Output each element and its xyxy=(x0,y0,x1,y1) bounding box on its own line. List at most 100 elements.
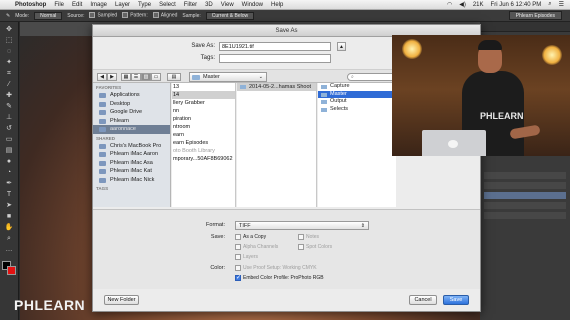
blur-tool-icon[interactable]: ● xyxy=(4,158,15,166)
history-brush-tool-icon[interactable]: ↺ xyxy=(4,125,15,133)
new-folder-button[interactable]: New Folder xyxy=(104,295,139,305)
menu-help[interactable]: Help xyxy=(271,2,283,8)
wifi-icon[interactable]: ◠ xyxy=(447,1,452,8)
pattern-radio[interactable] xyxy=(122,12,129,19)
list-item[interactable]: piration xyxy=(172,115,235,123)
eraser-tool-icon[interactable]: ▭ xyxy=(4,136,15,144)
list-item-selected[interactable]: 14 xyxy=(172,91,235,99)
menu-file[interactable]: File xyxy=(54,2,64,8)
pen-tool-icon[interactable]: ✒ xyxy=(4,180,15,188)
list-item-selected[interactable]: Master xyxy=(318,90,396,98)
mode-select[interactable]: Normal xyxy=(34,11,63,20)
menu-app-name[interactable]: Photoshop xyxy=(15,2,46,8)
list-item[interactable]: Output xyxy=(318,98,396,106)
layer-row[interactable] xyxy=(484,212,566,219)
sampled-radio[interactable] xyxy=(89,12,96,19)
lasso-tool-icon[interactable]: ◌ xyxy=(4,48,15,56)
sidebar-item-home[interactable]: aaronnace xyxy=(93,125,170,134)
sidebar-item-shared-computer[interactable]: Phlearn iMac Kat xyxy=(93,167,170,176)
list-view-button[interactable]: ☰ xyxy=(131,73,141,81)
format-select[interactable]: TIFF ⇕ xyxy=(235,221,369,230)
menu-type[interactable]: Type xyxy=(138,2,151,8)
sample-select[interactable]: Current & Below xyxy=(205,11,255,20)
menu-window[interactable]: Window xyxy=(242,2,263,8)
use-proof-setup-checkbox[interactable]: Use Proof Setup: Working CMYK xyxy=(235,265,317,271)
list-item-selected[interactable]: 2014-05-2...hamas Shoot xyxy=(237,83,316,91)
coverflow-view-button[interactable]: ▭ xyxy=(151,73,161,81)
brush-tool-icon[interactable]: ✎ xyxy=(6,13,10,19)
layer-row[interactable] xyxy=(484,172,566,179)
menu-edit[interactable]: Edit xyxy=(72,2,82,8)
menu-filter[interactable]: Filter xyxy=(184,2,197,8)
layers-checkbox[interactable]: Layers xyxy=(235,254,258,260)
expand-dialog-button[interactable]: ▲ xyxy=(337,42,346,51)
crop-tool-icon[interactable]: ⌗ xyxy=(4,70,15,78)
list-item[interactable]: 13 xyxy=(172,83,235,91)
checkbox-box[interactable] xyxy=(235,274,241,281)
move-tool-icon[interactable]: ✥ xyxy=(4,26,15,34)
brush-tool-panel-icon[interactable]: ✎ xyxy=(4,103,15,111)
checkbox-box[interactable] xyxy=(298,234,304,240)
save-as-field[interactable]: 8E1U1921.tif xyxy=(219,42,331,51)
tags-field[interactable] xyxy=(219,54,331,63)
marquee-tool-icon[interactable]: ⬚ xyxy=(4,37,15,45)
hand-tool-icon[interactable]: ✋ xyxy=(4,224,15,232)
clone-stamp-tool-icon[interactable]: ⊥ xyxy=(4,114,15,122)
folder-location-popup[interactable]: Master ⌄ xyxy=(189,72,267,82)
dodge-tool-icon[interactable]: ◔ xyxy=(4,169,15,177)
cancel-button[interactable]: Cancel xyxy=(409,295,437,305)
list-item[interactable]: Capture xyxy=(318,83,396,91)
quick-select-tool-icon[interactable]: ✦ xyxy=(4,59,15,67)
layer-row-selected[interactable] xyxy=(484,192,566,199)
eyedropper-tool-icon[interactable]: ⁄ xyxy=(4,81,15,89)
menu-view[interactable]: View xyxy=(221,2,234,8)
list-item[interactable]: ntroom xyxy=(172,123,235,131)
column-view-button[interactable]: ▥ xyxy=(141,73,151,81)
menu-layer[interactable]: Layer xyxy=(115,2,130,8)
back-button[interactable]: ◀ xyxy=(97,73,107,81)
menu-select[interactable]: Select xyxy=(159,2,176,8)
volume-icon[interactable]: ◀) xyxy=(459,1,466,8)
path-select-tool-icon[interactable]: ➤ xyxy=(4,202,15,210)
search-icon[interactable]: ⌕ xyxy=(548,1,551,8)
sidebar-item-desktop[interactable]: Desktop xyxy=(93,100,170,109)
notes-checkbox[interactable]: Notes xyxy=(298,234,319,240)
checkbox-box[interactable] xyxy=(235,234,241,240)
checkbox-box[interactable] xyxy=(235,265,241,271)
layer-row[interactable] xyxy=(484,202,566,209)
list-item[interactable]: earn Episodes xyxy=(172,139,235,147)
embed-color-profile-checkbox[interactable]: Embed Color Profile: ProPhoto RGB xyxy=(235,274,324,281)
save-button[interactable]: Save xyxy=(443,295,469,305)
list-item[interactable]: Selects xyxy=(318,106,396,114)
sidebar-item-google-drive[interactable]: Google Drive xyxy=(93,108,170,117)
sidebar-item-applications[interactable]: Applications xyxy=(93,91,170,100)
list-item[interactable]: llery Grabber xyxy=(172,99,235,107)
battery-status[interactable]: 21K xyxy=(473,2,484,8)
workspace-button[interactable]: Phlearn Episodes xyxy=(508,11,562,20)
menu-image[interactable]: Image xyxy=(90,2,107,8)
list-item[interactable]: nn xyxy=(172,107,235,115)
sidebar-item-shared-computer[interactable]: Phlearn iMac Aaron xyxy=(93,150,170,159)
sampled-option[interactable]: Sampled xyxy=(89,12,117,19)
zoom-tool-icon[interactable]: ⌕ xyxy=(4,235,15,243)
forward-button[interactable]: ▶ xyxy=(107,73,117,81)
spot-colors-checkbox[interactable]: Spot Colors xyxy=(298,244,332,250)
edit-toolbar-icon[interactable]: … xyxy=(4,246,15,254)
checkbox-box[interactable] xyxy=(235,254,241,260)
icon-view-button[interactable]: ▦ xyxy=(121,73,131,81)
healing-tool-icon[interactable]: ✚ xyxy=(4,92,15,100)
arrange-button[interactable]: ▤ xyxy=(167,73,181,81)
sidebar-item-phlearn[interactable]: Phlearn xyxy=(93,117,170,126)
layer-row[interactable] xyxy=(484,182,566,189)
checkbox-box[interactable] xyxy=(235,244,241,250)
gradient-tool-icon[interactable]: ▤ xyxy=(4,147,15,155)
search-input[interactable]: ⌕ xyxy=(347,73,397,81)
color-swatches[interactable] xyxy=(1,261,17,276)
sidebar-item-shared-computer[interactable]: Phlearn iMac Nick xyxy=(93,176,170,185)
aligned-option[interactable]: Aligned xyxy=(152,12,177,19)
checkbox-box[interactable] xyxy=(298,244,304,250)
as-a-copy-checkbox[interactable]: As a Copy xyxy=(235,234,266,240)
menu-3d[interactable]: 3D xyxy=(205,2,213,8)
type-tool-icon[interactable]: T xyxy=(4,191,15,199)
aligned-checkbox[interactable] xyxy=(152,12,159,19)
